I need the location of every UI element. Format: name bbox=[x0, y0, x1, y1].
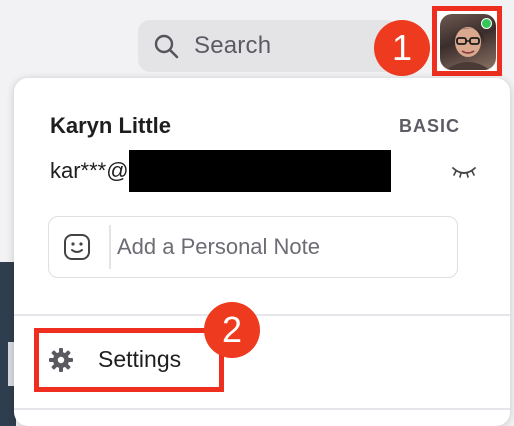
profile-menu-popup: Karyn Little BASIC kar***@ Add a Persona… bbox=[14, 78, 510, 426]
callout-badge-2: 2 bbox=[204, 302, 260, 358]
search-label: Search bbox=[194, 32, 272, 59]
settings-highlight-box bbox=[34, 328, 224, 392]
email-row: kar***@ bbox=[50, 150, 391, 192]
menu-divider bbox=[14, 314, 510, 316]
hide-email-icon[interactable] bbox=[450, 162, 478, 182]
email-text: kar***@ bbox=[50, 158, 129, 183]
personal-note-field[interactable]: Add a Personal Note bbox=[48, 216, 458, 278]
note-divider bbox=[109, 225, 111, 269]
plan-badge: BASIC bbox=[398, 116, 460, 136]
search-icon bbox=[152, 32, 180, 60]
avatar[interactable] bbox=[440, 14, 496, 70]
email-redaction bbox=[128, 150, 391, 192]
search-field[interactable]: Search bbox=[138, 20, 398, 72]
callout-badge-1: 1 bbox=[374, 20, 430, 76]
smiley-icon[interactable] bbox=[63, 233, 91, 261]
online-status-dot bbox=[481, 18, 492, 29]
user-name: Karyn Little bbox=[50, 113, 172, 138]
menu-divider bbox=[14, 408, 510, 410]
personal-note-placeholder: Add a Personal Note bbox=[117, 234, 321, 259]
